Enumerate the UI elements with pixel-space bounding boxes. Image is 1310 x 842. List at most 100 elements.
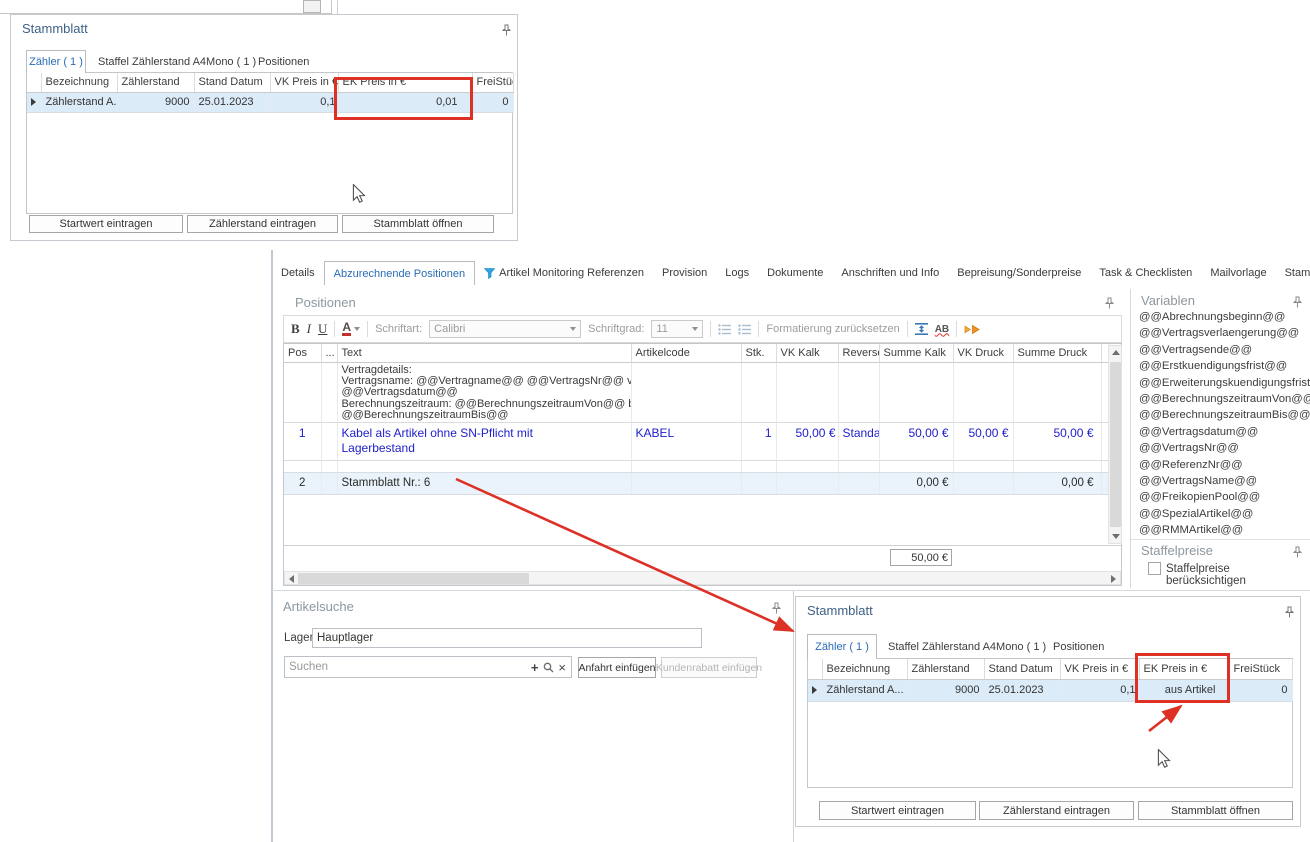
col-zaehlerstand[interactable]: Zählerstand [907,659,984,679]
table-row-vertragdetails[interactable]: Vertragdetails: Vertragsname: @@Vertragn… [284,362,1109,422]
lager-input[interactable] [313,632,701,644]
list-item[interactable]: @@BerechnungszeitraumBis@@ [1139,409,1310,425]
col-stand-datum[interactable]: Stand Datum [984,659,1060,679]
tab-dokumente[interactable]: Dokumente [758,261,832,285]
tab-anschriften[interactable]: Anschriften und Info [832,261,948,285]
pin-icon[interactable] [772,602,781,614]
scroll-left-button[interactable] [285,572,298,585]
pin-icon[interactable] [1293,546,1302,558]
spellcheck-button[interactable]: AB [935,324,949,335]
tab-details[interactable]: Details [272,261,324,285]
close-icon[interactable]: × [556,660,571,675]
table-row-stammblatt[interactable]: 2 Stammblatt Nr.: 6 0,00 € 0,00 € [284,472,1109,494]
tab-abzurechnende-positionen[interactable]: Abzurechnende Positionen [324,261,475,285]
list-item[interactable]: @@SpezialArtikel@@ [1139,508,1310,524]
numbered-list-icon[interactable] [738,324,751,335]
scrollbar-thumb[interactable] [1110,362,1121,527]
scroll-right-button[interactable] [1107,572,1120,585]
list-item[interactable]: @@Erstkuendigungsfrist@@ [1139,360,1310,376]
tab-bepreisung[interactable]: Bepreisung/Sonderpreise [948,261,1090,285]
col-reverse[interactable]: Reverse... [838,344,879,362]
pin-icon[interactable] [1293,296,1302,308]
tab-provision[interactable]: Provision [653,261,716,285]
col-dots[interactable]: ... [321,344,337,362]
tab-staffel[interactable]: Staffel Zählerstand A4Mono ( 1 ) [98,56,256,68]
tab-stammblatt[interactable]: Stammblatt [1276,261,1310,285]
kundenrabatt-einfuegen-button[interactable]: Kundenrabatt einfügen [661,657,757,678]
scroll-up-button[interactable] [1109,346,1122,359]
zaehlerstand-eintragen-button[interactable]: Zählerstand eintragen [187,215,338,233]
list-item[interactable]: @@VertragsName@@ [1139,475,1310,491]
col-row-indicator[interactable] [808,659,822,679]
cell-freistueck[interactable]: 0 [472,92,513,112]
tab-positionen[interactable]: Positionen [258,56,309,68]
col-artikelcode[interactable]: Artikelcode [631,344,741,362]
col-summe-kalk[interactable]: Summe Kalk [879,344,953,362]
reset-formatting-button[interactable]: Formatierung zurücksetzen [766,323,899,335]
col-stk[interactable]: Stk. [741,344,776,362]
cell-zaehlerstand[interactable]: 9000 [117,92,194,112]
tab-zaehler[interactable]: Zähler ( 1 ) [26,50,86,73]
tab-mailvorlage[interactable]: Mailvorlage [1201,261,1275,285]
cropped-top-field-button[interactable] [303,0,321,13]
cell-text[interactable]: Vertragdetails: Vertragsname: @@Vertragn… [337,362,631,422]
search-input[interactable] [285,661,528,673]
horizontal-scrollbar[interactable] [284,571,1121,585]
col-row-indicator[interactable] [27,73,41,92]
anfahrt-einfuegen-button[interactable]: Anfahrt einfügen [578,657,656,678]
cell-stand-datum[interactable]: 25.01.2023 [194,92,270,112]
list-item[interactable]: @@RMMArtikel@@ [1139,524,1310,540]
col-stand-datum[interactable]: Stand Datum [194,73,270,92]
col-bezeichnung[interactable]: Bezeichnung [822,659,907,679]
list-item[interactable]: @@FreikopienPool@@ [1139,491,1310,507]
list-item[interactable]: @@VertragsNr@@ [1139,442,1310,458]
stammblatt-oeffnen-button[interactable]: Stammblatt öffnen [342,215,494,233]
scrollbar-thumb[interactable] [298,573,529,584]
startwert-eintragen-button[interactable]: Startwert eintragen [819,801,976,820]
cell-bezeichnung[interactable]: Zählerstand A... [41,92,117,112]
list-item[interactable]: @@Erweiterungskuendigungsfrist@@ [1139,377,1310,393]
tab-artikel-monitoring[interactable]: Artikel Monitoring Referenzen [475,261,653,285]
list-item[interactable]: @@ReferenzNr@@ [1139,459,1310,475]
cell-freistueck[interactable]: 0 [1229,679,1292,701]
vertical-scrollbar[interactable] [1108,345,1122,544]
underline-button[interactable]: U [318,321,327,337]
cell-stand-datum[interactable]: 25.01.2023 [984,679,1060,701]
pin-icon[interactable] [1105,297,1114,309]
apply-arrows-icon[interactable] [964,324,981,335]
col-freistueck[interactable]: FreiStück [472,73,513,92]
cell-vk-preis[interactable]: 0,1 [1060,679,1139,701]
add-icon[interactable]: + [528,660,542,675]
tab-zaehler[interactable]: Zähler ( 1 ) [807,634,877,659]
scroll-down-button[interactable] [1109,530,1122,543]
bullet-list-icon[interactable] [718,324,731,335]
col-pos[interactable]: Pos [284,344,321,362]
col-vk-preis[interactable]: VK Preis in € [270,73,338,92]
col-zaehlerstand[interactable]: Zählerstand [117,73,194,92]
cell-text[interactable]: Stammblatt Nr.: 6 [337,472,631,494]
list-item[interactable]: @@Vertragsende@@ [1139,344,1310,360]
cell-vk-preis[interactable]: 0,1 [270,92,338,112]
col-vk-druck[interactable]: VK Druck [953,344,1013,362]
tab-staffel[interactable]: Staffel Zählerstand A4Mono ( 1 ) [888,641,1046,653]
cell-text[interactable]: Kabel als Artikel ohne SN-Pflicht mit La… [337,422,631,460]
col-bezeichnung[interactable]: Bezeichnung [41,73,117,92]
line-spacing-icon[interactable] [915,323,928,335]
artikel-search-box[interactable]: + × [284,656,572,678]
col-vk-preis[interactable]: VK Preis in € [1060,659,1139,679]
lager-field[interactable] [312,628,702,648]
tab-positionen[interactable]: Positionen [1053,641,1104,653]
bold-button[interactable]: B [291,321,300,337]
search-icon[interactable] [541,662,556,673]
col-summe-druck[interactable]: Summe Druck [1013,344,1101,362]
col-vk-kalk[interactable]: VK Kalk [776,344,838,362]
tab-task-checklisten[interactable]: Task & Checklisten [1090,261,1201,285]
cell-bezeichnung[interactable]: Zählerstand A... [822,679,907,701]
col-text[interactable]: Text [337,344,631,362]
list-item[interactable]: @@Vertragsdatum@@ [1139,426,1310,442]
pin-icon[interactable] [502,24,511,36]
list-item[interactable]: @@Abrechnungsbeginn@@ [1139,311,1310,327]
list-item[interactable]: @@Vertragsverlaengerung@@ [1139,327,1310,343]
list-item[interactable]: @@BerechnungszeitraumVon@@ [1139,393,1310,409]
startwert-eintragen-button[interactable]: Startwert eintragen [29,215,183,233]
